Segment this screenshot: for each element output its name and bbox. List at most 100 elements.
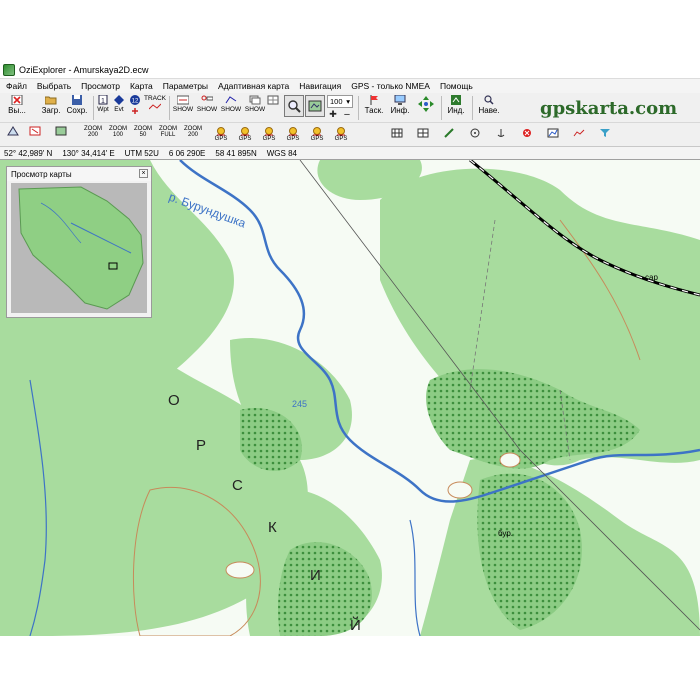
menu-item-2[interactable]: Просмотр <box>81 81 120 91</box>
overview-map[interactable] <box>11 183 147 313</box>
grid-button[interactable] <box>414 128 432 138</box>
status-bar: 52° 42,989' N 130° 34,414' E UTM 52U 6 0… <box>0 147 700 160</box>
map-select-button[interactable] <box>305 95 325 117</box>
indicator-icon <box>451 95 461 105</box>
region-letter: О <box>168 392 180 409</box>
move-arrows-button[interactable] <box>414 95 438 114</box>
waypoint-list-icon <box>201 95 213 101</box>
event-button[interactable]: Evt <box>112 95 126 113</box>
region-letter: К <box>268 519 277 536</box>
datum-readout: WGS 84 <box>266 148 297 158</box>
waypoint-icon: 1 <box>98 95 108 105</box>
stop-button[interactable] <box>518 128 536 138</box>
zoom-in-icon: ✚ <box>329 109 337 119</box>
pen-button[interactable] <box>440 128 458 138</box>
navigation-button[interactable]: Наве. <box>476 95 502 115</box>
region-letter: И <box>310 567 321 584</box>
menu-item-3[interactable]: Карта <box>130 81 153 91</box>
grid-icon <box>391 128 403 138</box>
menu-item-0[interactable]: Файл <box>6 81 27 91</box>
zoom-tool-button[interactable] <box>284 95 304 117</box>
projection-icon <box>7 126 19 136</box>
zoom-out-icon: − <box>343 109 351 121</box>
exit-icon <box>11 95 23 105</box>
diamond-icon <box>114 95 124 105</box>
railway-label: сар <box>645 273 658 282</box>
move-arrows-icon <box>418 96 434 112</box>
chart-icon <box>547 128 559 138</box>
anchor-button[interactable] <box>492 128 510 138</box>
region-letter: Й <box>350 616 361 634</box>
filter-button[interactable] <box>596 128 614 138</box>
svg-text:12: 12 <box>132 99 139 105</box>
folder-open-icon <box>45 96 57 105</box>
zoom-preset-button[interactable]: ZOOM 100 <box>107 126 129 138</box>
zoom-preset-button[interactable]: ZOOM 50 <box>132 126 154 138</box>
save-button[interactable]: Сохр. <box>64 95 90 115</box>
gps-config-button[interactable] <box>26 126 44 137</box>
gps-tool-button[interactable]: GPS <box>234 126 256 142</box>
show-all-button[interactable]: SHOW <box>244 95 266 113</box>
waypoint-button[interactable]: 1 Wpt <box>96 95 110 113</box>
longitude-readout: 130° 34,414' E <box>62 148 115 158</box>
profile-button[interactable] <box>570 128 588 138</box>
menu-item-8[interactable]: Помощь <box>440 81 473 91</box>
clearing <box>499 452 521 468</box>
overview-title: Просмотр карты <box>7 167 151 181</box>
gps-tool-icon <box>265 127 273 136</box>
latitude-readout: 52° 42,989' N <box>4 148 53 158</box>
target-icon <box>470 128 480 138</box>
menu-item-7[interactable]: GPS - только NMEA <box>351 81 430 91</box>
gps-tool-icon <box>313 127 321 136</box>
map-window-button[interactable] <box>52 126 70 137</box>
grid-button[interactable] <box>388 128 406 138</box>
menu-item-6[interactable]: Навигация <box>299 81 341 91</box>
gps-tool-button[interactable]: GPS <box>306 126 328 142</box>
show-track-button[interactable]: SHOW <box>172 95 194 113</box>
gps-tool-icon <box>289 127 297 136</box>
chart-button[interactable] <box>544 128 562 138</box>
target-button[interactable] <box>466 128 484 138</box>
load-button[interactable]: Загр. <box>38 95 64 115</box>
overview-panel[interactable]: Просмотр карты × <box>6 166 152 318</box>
menu-item-5[interactable]: Адаптивная карта <box>218 81 289 91</box>
gps-config-icon <box>29 126 41 136</box>
menu-item-1[interactable]: Выбрать <box>37 81 71 91</box>
svg-text:1: 1 <box>101 98 105 105</box>
task-button[interactable]: Таск. <box>362 95 386 115</box>
projection-button[interactable] <box>4 126 22 137</box>
show-waypoints-button[interactable]: SHOW <box>196 95 218 113</box>
region-letter: Р <box>196 437 206 454</box>
close-icon[interactable]: × <box>139 169 148 178</box>
menu-item-4[interactable]: Параметры <box>163 81 208 91</box>
app-icon <box>3 64 15 76</box>
dms-button[interactable] <box>264 95 282 106</box>
zoom-in-button[interactable]: ✚ <box>327 109 339 120</box>
pen-icon <box>444 128 454 138</box>
zoom-preset-button[interactable]: ZOOM FULL <box>157 126 179 138</box>
filter-icon <box>600 129 610 137</box>
oziexplorer-window: OziExplorer - Amurskaya2D.ecw Файл Выбрат… <box>0 62 700 636</box>
secondary-toolbar: ZOOM 200 ZOOM 100 ZOOM 50 ZOOM FULL ZOOM 200 GPS GP… <box>0 123 700 147</box>
gps-tool-button[interactable]: GPS <box>282 126 304 142</box>
place-label: бур. <box>498 529 513 538</box>
elevation-label: 245 <box>292 399 307 409</box>
zoom-level-select[interactable]: 100 ▾ <box>327 95 353 108</box>
utm-zone-readout: UTM 52U <box>124 148 159 158</box>
show-route-button[interactable]: SHOW <box>220 95 242 113</box>
gps-tool-button[interactable]: GPS <box>258 126 280 142</box>
indicator-button[interactable]: Инд. <box>444 95 468 115</box>
zoom-preset-button[interactable]: ZOOM 200 <box>182 126 204 138</box>
region-letter: С <box>232 477 243 494</box>
zoom-out-button[interactable]: − <box>341 109 353 121</box>
exit-button[interactable]: Вы... <box>6 95 28 115</box>
info-monitor-icon <box>394 95 406 105</box>
gps-tool-button[interactable]: GPS <box>210 126 232 142</box>
navigation-search-icon <box>484 95 494 105</box>
zoom-preset-button[interactable]: ZOOM 200 <box>82 126 104 138</box>
info-button[interactable]: Инф. <box>388 95 412 115</box>
gps-tool-button[interactable]: GPS <box>330 126 352 142</box>
task-flag-icon <box>370 95 378 105</box>
route-button[interactable]: 12 <box>128 95 142 117</box>
track-button[interactable]: TRACK <box>144 95 166 113</box>
